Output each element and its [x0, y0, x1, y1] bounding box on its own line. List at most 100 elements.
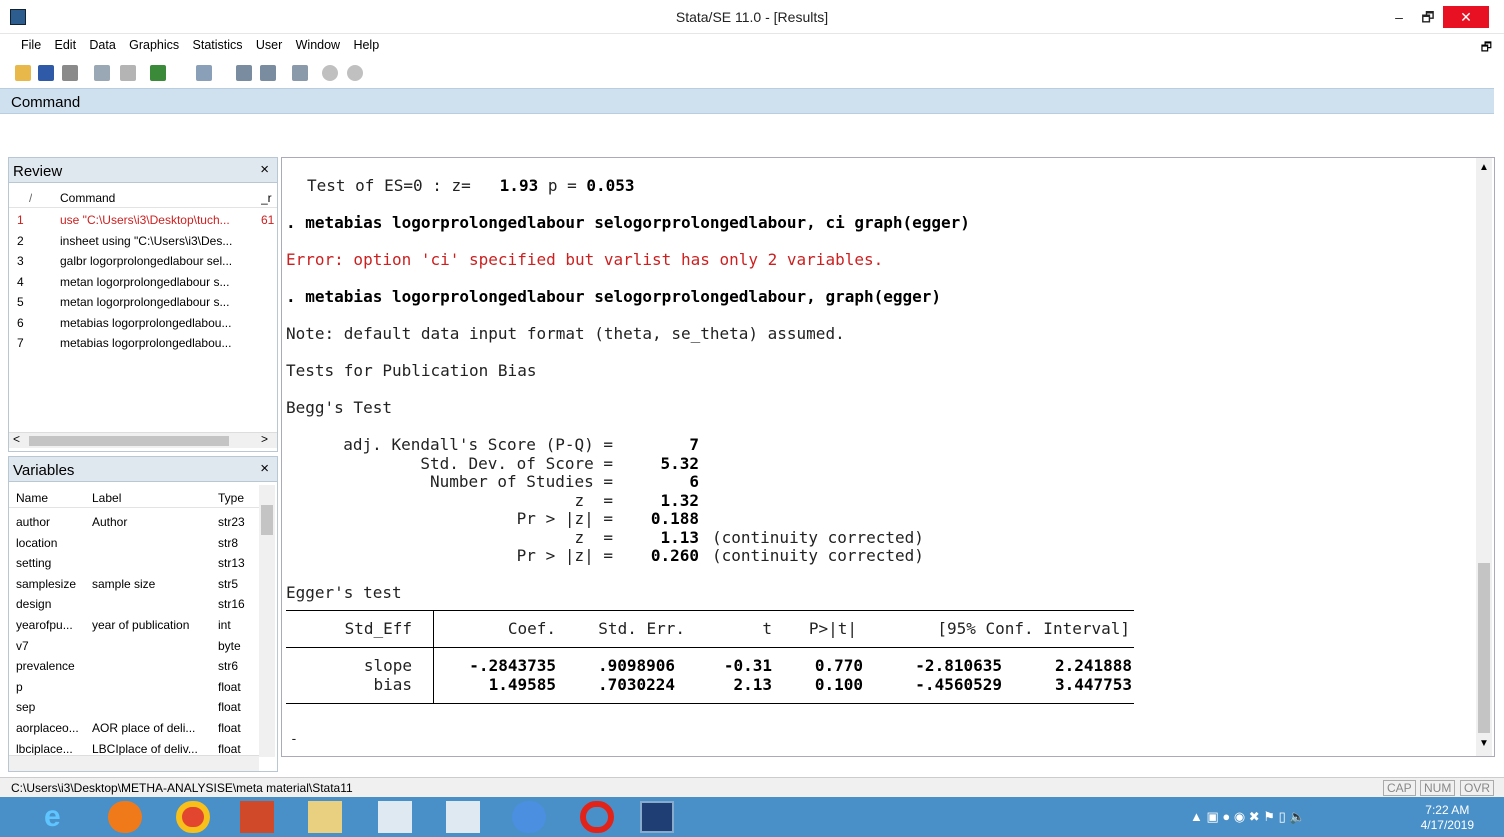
variables-hscrollbar[interactable] [9, 755, 259, 771]
firefox-icon[interactable] [108, 801, 142, 833]
begg-label: Pr > |z| = [516, 509, 613, 528]
begg-value: 6 [689, 472, 699, 491]
powerpoint-icon[interactable] [240, 801, 274, 833]
variable-row[interactable]: aorplaceo... AOR place of deli... float [9, 718, 259, 738]
review-row[interactable]: 2 insheet using "C:\Users\i3\Des... [9, 231, 259, 251]
es-test-line: Test of ES=0 : z= 1.93 p = 0.053 [307, 176, 635, 195]
log-icon[interactable] [94, 65, 110, 81]
variables-vscrollbar[interactable] [259, 485, 275, 757]
menu-statistics[interactable]: Statistics [193, 38, 243, 52]
close-button[interactable]: ✕ [1443, 6, 1489, 28]
more-icon[interactable] [322, 65, 338, 81]
chromium-icon[interactable] [512, 801, 546, 833]
save-icon[interactable] [38, 65, 54, 81]
col-type[interactable]: Type [218, 491, 244, 505]
variable-row[interactable]: author Author str23 [9, 512, 259, 532]
window-title: Stata/SE 11.0 - [Results] [675, 9, 829, 25]
review-row-number: 2 [17, 233, 24, 248]
variable-label: Author [92, 515, 128, 529]
review-row[interactable]: 4 metan logorprolongedlabour s... [9, 272, 259, 292]
review-close-icon[interactable]: × [260, 161, 269, 178]
menu-file[interactable]: File [21, 38, 41, 52]
variable-type: float [218, 700, 241, 715]
scroll-down-icon[interactable]: ▼ [1479, 738, 1489, 749]
review-row[interactable]: 7 metabias logorprolongedlabou... [9, 333, 259, 353]
egger-title: Egger's test [286, 583, 402, 602]
results-window[interactable]: Test of ES=0 : z= 1.93 p = 0.053 . metab… [281, 157, 1495, 757]
review-row-command: use "C:\Users\i3\Desktop\tuch... [60, 213, 230, 227]
system-tray-icons[interactable]: ▲ ▣ ● ◉ ✖ ⚑ ▯ 🔈 [1190, 809, 1390, 825]
review-row[interactable]: 1 use "C:\Users\i3\Desktop\tuch... 61 [9, 210, 274, 230]
variables-header: Variables × [8, 456, 278, 482]
print-icon[interactable] [62, 65, 78, 81]
variables-column-headers: Name Label Type [9, 488, 259, 508]
col-label[interactable]: Label [92, 491, 121, 505]
review-row[interactable]: 5 metan logorprolongedlabour s... [9, 292, 259, 312]
scroll-thumb[interactable] [29, 436, 229, 446]
begg-value: 7 [689, 435, 699, 454]
file-explorer-icon[interactable] [308, 801, 342, 833]
graph-icon[interactable] [150, 65, 166, 81]
variable-label: AOR place of deli... [92, 721, 196, 735]
review-row-number: 5 [17, 295, 24, 309]
data-browser-icon[interactable] [260, 65, 276, 81]
col-command[interactable]: Command [60, 191, 115, 205]
variable-row[interactable]: sep float [9, 697, 259, 717]
chrome-icon[interactable] [176, 801, 210, 833]
ie-icon[interactable]: e [44, 801, 78, 833]
menu-user[interactable]: User [256, 38, 282, 52]
menu-edit[interactable]: Edit [55, 38, 77, 52]
review-row-command: metan logorprolongedlabour s... [60, 274, 230, 289]
menu-help[interactable]: Help [353, 38, 379, 52]
review-hscrollbar[interactable]: < > [9, 432, 277, 448]
app-window-icon-2[interactable] [446, 801, 480, 833]
egger-cell-coef: 1.49585 [488, 674, 556, 694]
data-editor-icon[interactable] [236, 65, 252, 81]
review-row[interactable]: 6 metabias logorprolongedlabou... [9, 313, 259, 333]
variable-row[interactable]: setting str13 [9, 553, 259, 573]
clock[interactable]: 7:22 AM 4/17/2019 [1421, 803, 1474, 833]
begg-note: (continuity corrected) [712, 546, 924, 565]
col-name[interactable]: Name [16, 491, 48, 505]
variable-row[interactable]: v7 byte [9, 636, 259, 656]
scroll-right-icon[interactable]: > [261, 432, 268, 446]
results-vscrollbar[interactable]: ▲ ▼ [1476, 158, 1492, 756]
egger-header-cell: t [762, 619, 772, 638]
variable-label: year of publication [92, 618, 190, 632]
stata-taskbar-icon[interactable] [640, 801, 674, 833]
variable-name: samplesize [16, 576, 77, 591]
variable-row[interactable]: samplesize sample size str5 [9, 574, 259, 594]
col-sort[interactable]: / [29, 191, 32, 205]
scroll-thumb[interactable] [261, 505, 273, 535]
variables-close-icon[interactable]: × [260, 460, 269, 477]
menu-window[interactable]: Window [296, 38, 340, 52]
variable-type: str16 [218, 597, 245, 612]
col-rc[interactable]: _r [261, 191, 272, 205]
restore-doc-icon[interactable]: 🗗 [1481, 38, 1492, 59]
do-file-editor-icon[interactable] [196, 65, 212, 81]
command-input[interactable] [0, 115, 1494, 155]
variables-manager-icon[interactable] [292, 65, 308, 81]
review-row[interactable]: 3 galbr logorprolongedlabour sel... [9, 251, 259, 271]
variable-row[interactable]: p float [9, 677, 259, 697]
egger-cell-hi: 2.241888 [1054, 656, 1132, 675]
viewer-icon[interactable] [120, 65, 136, 81]
scroll-left-icon[interactable]: < [13, 432, 20, 446]
variable-name: location [16, 535, 58, 550]
scroll-thumb[interactable] [1478, 563, 1490, 733]
break-icon[interactable] [347, 65, 363, 81]
review-row-rc: 61 [261, 213, 275, 227]
scroll-up-icon[interactable]: ▲ [1479, 162, 1489, 173]
begg-value: 0.260 [650, 546, 699, 565]
menu-graphics[interactable]: Graphics [129, 38, 179, 52]
opera-icon[interactable] [580, 801, 614, 833]
title-bar: Stata/SE 11.0 - [Results] – 🗗 ✕ [0, 0, 1504, 34]
variable-row[interactable]: prevalence str6 [9, 656, 259, 676]
variable-row[interactable]: design str16 [9, 594, 259, 614]
open-icon[interactable] [15, 65, 31, 81]
review-column-headers: / Command _r [9, 188, 277, 208]
menu-data[interactable]: Data [89, 38, 115, 52]
variable-row[interactable]: yearofpu... year of publication int [9, 615, 259, 635]
variable-row[interactable]: location str8 [9, 533, 259, 553]
app-window-icon[interactable] [378, 801, 412, 833]
